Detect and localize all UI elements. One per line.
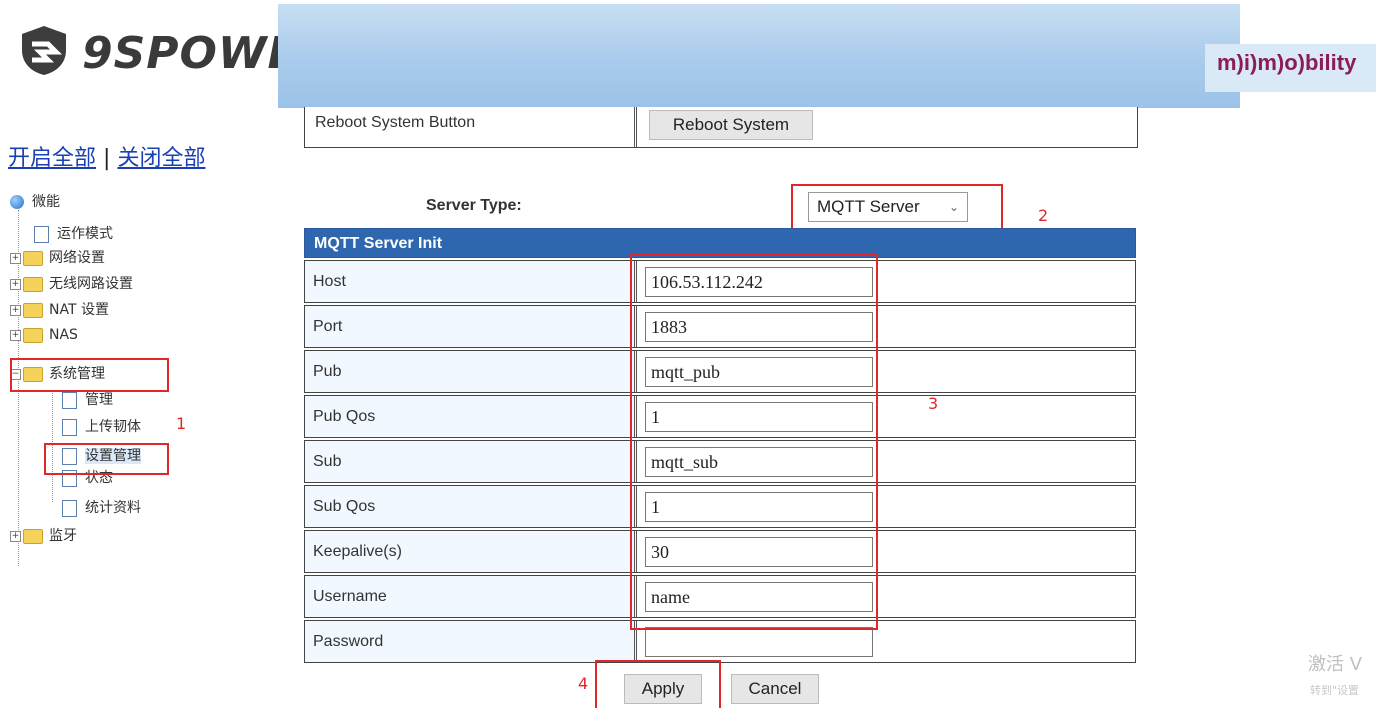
tree-item-admin[interactable]: 管理 bbox=[62, 390, 113, 410]
tree-root-label: 微能 bbox=[32, 194, 60, 210]
tree-root[interactable]: 微能 bbox=[10, 192, 60, 212]
tree-item-label: 管理 bbox=[85, 392, 113, 408]
username-label: Username bbox=[305, 576, 637, 617]
tree-item-statistics[interactable]: 统计资料 bbox=[62, 498, 141, 518]
sub-label: Sub bbox=[305, 441, 637, 482]
expand-icon[interactable]: + bbox=[10, 278, 21, 290]
host-label: Host bbox=[305, 261, 637, 302]
document-icon bbox=[34, 225, 49, 243]
annotation-box-1b bbox=[44, 443, 169, 475]
folder-icon bbox=[23, 327, 43, 343]
folder-icon bbox=[23, 250, 43, 266]
password-label: Password bbox=[305, 621, 637, 662]
tree-item-label: NAT 设置 bbox=[49, 302, 109, 318]
sub-qos-label: Sub Qos bbox=[305, 486, 637, 527]
globe-icon bbox=[10, 195, 24, 209]
port-label: Port bbox=[305, 306, 637, 347]
shield-logo-icon bbox=[22, 26, 66, 75]
tree-item-label: 无线网路设置 bbox=[49, 276, 133, 292]
expand-icon[interactable]: + bbox=[10, 329, 21, 341]
annotation-box-4 bbox=[595, 660, 721, 708]
link-separator: | bbox=[103, 146, 111, 171]
cancel-button[interactable]: Cancel bbox=[731, 674, 819, 704]
server-type-label: Server Type: bbox=[426, 197, 522, 214]
tree-item-bluetooth[interactable]: + 监牙 bbox=[10, 526, 77, 546]
header-banner bbox=[278, 4, 1240, 108]
keepalive-label: Keepalive(s) bbox=[305, 531, 637, 572]
annotation-number-1: 1 bbox=[176, 414, 187, 433]
tree-item-wireless[interactable]: + 无线网路设置 bbox=[10, 274, 133, 294]
activation-watermark-sub: 转到"设置 bbox=[1310, 684, 1360, 697]
expand-icon[interactable]: + bbox=[10, 304, 21, 316]
brand-text: m)i)m)o)bility bbox=[1217, 50, 1357, 75]
tree-item-firmware[interactable]: 上传韧体 bbox=[62, 417, 141, 437]
tree-item-label: NAS bbox=[49, 327, 78, 343]
annotation-box-1a bbox=[10, 358, 169, 392]
document-icon bbox=[62, 499, 77, 517]
tree-item-network[interactable]: + 网络设置 bbox=[10, 248, 105, 268]
document-icon bbox=[62, 418, 77, 436]
document-icon bbox=[62, 391, 77, 409]
annotation-box-3 bbox=[630, 254, 878, 630]
tree-item-nas[interactable]: + NAS bbox=[10, 325, 78, 345]
annotation-number-4: 4 bbox=[578, 674, 589, 693]
password-input[interactable] bbox=[645, 627, 873, 657]
reboot-row: Reboot System Button Reboot System bbox=[304, 107, 1138, 148]
folder-icon bbox=[23, 528, 43, 544]
tree-toggle-links: 开启全部 | 关闭全部 bbox=[8, 140, 205, 172]
collapse-all-link[interactable]: 关闭全部 bbox=[117, 146, 205, 171]
tree-item-nat[interactable]: + NAT 设置 bbox=[10, 300, 109, 320]
tree-item-label: 运作模式 bbox=[57, 226, 113, 242]
pub-label: Pub bbox=[305, 351, 637, 392]
expand-all-link[interactable]: 开启全部 bbox=[8, 146, 96, 171]
pub-qos-label: Pub Qos bbox=[305, 396, 637, 437]
tree-item-label: 统计资料 bbox=[85, 500, 141, 516]
tree-item-label: 网络设置 bbox=[49, 250, 105, 266]
expand-icon[interactable]: + bbox=[10, 530, 21, 542]
reboot-system-button[interactable]: Reboot System bbox=[649, 110, 813, 140]
reboot-label: Reboot System Button bbox=[305, 107, 637, 147]
annotation-number-3: 3 bbox=[928, 394, 939, 413]
logo: 9SPOWER bbox=[18, 24, 332, 80]
annotation-number-2: 2 bbox=[1038, 206, 1049, 225]
brand-logo: m)i)m)o)bility bbox=[1205, 44, 1376, 92]
folder-icon bbox=[23, 302, 43, 318]
expand-icon[interactable]: + bbox=[10, 252, 21, 264]
folder-icon bbox=[23, 276, 43, 292]
activation-watermark: 激活 V bbox=[1308, 654, 1363, 675]
tree-item-label: 监牙 bbox=[49, 528, 77, 544]
tree-item-label: 上传韧体 bbox=[85, 419, 141, 435]
tree-item-mode[interactable]: 运作模式 bbox=[20, 224, 113, 244]
